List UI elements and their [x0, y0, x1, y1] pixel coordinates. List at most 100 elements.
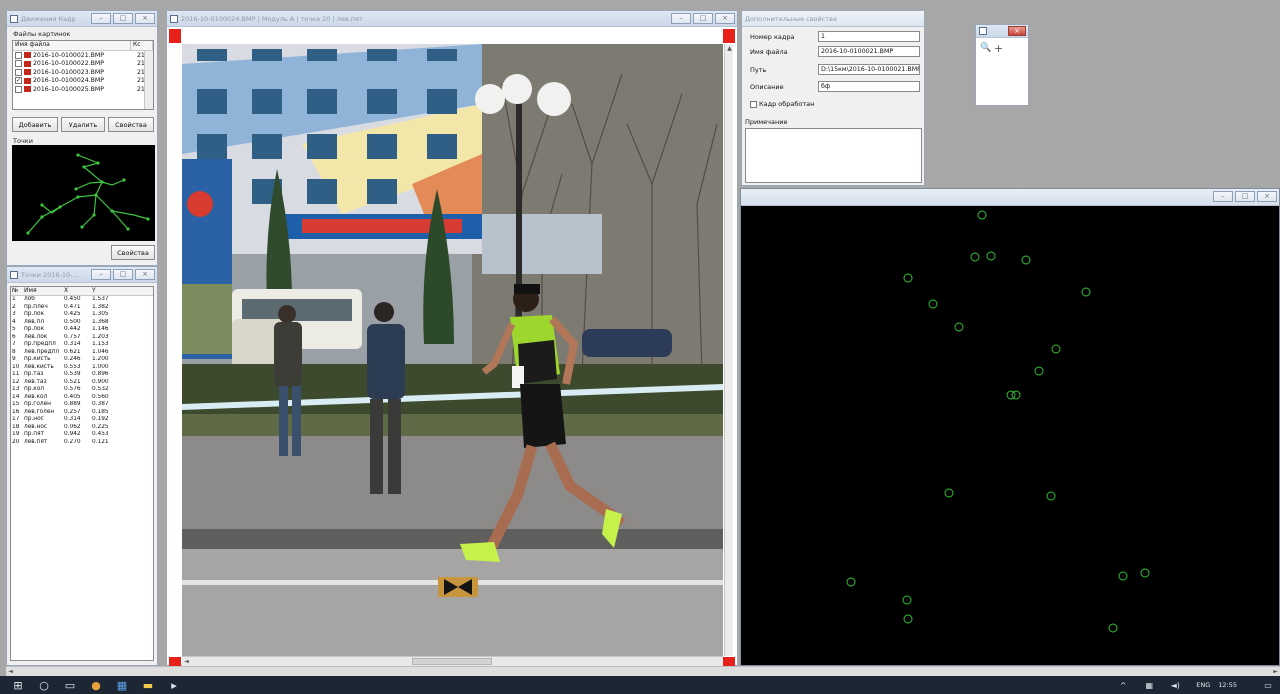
table-row[interactable]: 5 пр.лок 0.442 1.146	[11, 326, 153, 334]
file-checkbox[interactable]	[15, 51, 22, 59]
scroll-left-arrow[interactable]: ◄	[6, 667, 15, 676]
main-hscrollbar[interactable]: ◄ ►	[6, 666, 1280, 676]
file-checkbox[interactable]: ✓	[15, 77, 22, 85]
image-vscrollbar[interactable]: ▲	[724, 44, 733, 656]
windows-start-icon[interactable]: ⊞	[10, 677, 26, 693]
table-row[interactable]: 1 лоб 0.450 1.537	[11, 296, 153, 304]
file-list-scrollbar[interactable]	[144, 51, 153, 109]
language-indicator[interactable]: ENG	[1196, 681, 1210, 689]
scroll-up-arrow[interactable]: ▲	[725, 44, 734, 53]
chrome-icon[interactable]: ●	[88, 677, 104, 693]
point-x: 0.576	[64, 386, 81, 392]
minimize-button[interactable]: –	[91, 269, 111, 280]
table-row[interactable]: 2 пр.плеч 0.471 1.382	[11, 304, 153, 312]
file-list-item[interactable]: ✓ 2016-10-0100024.BMP 21	[13, 77, 153, 86]
col-num[interactable]: №	[11, 287, 23, 295]
close-button[interactable]: ×	[715, 13, 735, 24]
maximize-button[interactable]: □	[1235, 191, 1255, 202]
table-row[interactable]: 17 пр.нос 0.314 0.192	[11, 416, 153, 424]
table-row[interactable]: 19 пр.пят 0.942 0.453	[11, 431, 153, 439]
volume-icon[interactable]: ◄)	[1167, 677, 1183, 693]
table-row[interactable]: 20 лев.пят 0.270 0.121	[11, 439, 153, 447]
file-list-item[interactable]: 2016-10-0100021.BMP 21	[13, 51, 153, 60]
store-icon[interactable]: ▦	[114, 677, 130, 693]
col-x[interactable]: X	[63, 287, 91, 295]
table-row[interactable]: 18 лев.нос 0.062 0.225	[11, 424, 153, 432]
file-list-item[interactable]: 2016-10-0100022.BMP 21	[13, 60, 153, 69]
points-window-titlebar[interactable]: Точки 2016-10-... – □ ×	[7, 267, 157, 283]
corner-marker-tr[interactable]	[723, 29, 735, 43]
table-row[interactable]: 16 лев.голен 0.257 0.185	[11, 409, 153, 417]
scroll-right-arrow[interactable]: ►	[1271, 667, 1280, 676]
description-field[interactable]: бф	[818, 81, 920, 92]
col-name[interactable]: Имя	[23, 287, 63, 295]
col-y[interactable]: Y	[91, 287, 119, 295]
col-frame[interactable]: Кс	[131, 41, 153, 50]
filename-field[interactable]: 2016-10-0100021.BMP	[818, 46, 920, 57]
close-button[interactable]: ×	[135, 269, 155, 280]
point-cloud[interactable]	[741, 206, 1280, 666]
add-button[interactable]: Добавить	[12, 117, 58, 132]
close-button[interactable]: ×	[135, 13, 155, 24]
file-list[interactable]: Имя файла Кс 2016-10-0100021.BMP 21 2016-1…	[12, 40, 154, 110]
frame-number-field[interactable]: 1	[818, 31, 920, 42]
search-icon[interactable]: ○	[36, 677, 52, 693]
file-checkbox[interactable]	[15, 60, 22, 68]
frame-photo[interactable]	[182, 44, 723, 656]
task-view-icon[interactable]: ▭	[62, 677, 78, 693]
table-row[interactable]: 9 пр.кисть 0.246 1.200	[11, 356, 153, 364]
tool-window-titlebar[interactable]: ×	[976, 25, 1028, 38]
table-row[interactable]: 6 лев.лок 0.757 1.203	[11, 334, 153, 342]
table-row[interactable]: 3 пр.лок 0.425 1.305	[11, 311, 153, 319]
tray-chevron-icon[interactable]: ^	[1115, 677, 1131, 693]
app-taskbar-icon[interactable]: ▸	[166, 677, 182, 693]
table-row[interactable]: 15 пр.голен 0.889 0.387	[11, 401, 153, 409]
table-row[interactable]: 12 лев.таз 0.521 0.900	[11, 379, 153, 387]
corner-marker-br[interactable]	[723, 657, 735, 666]
processed-checkbox[interactable]	[750, 100, 757, 108]
table-row[interactable]: 13 пр.кол 0.576 0.532	[11, 386, 153, 394]
corner-marker-tl[interactable]	[169, 29, 181, 43]
file-checkbox[interactable]	[15, 85, 22, 93]
table-row[interactable]: 8 лев.предпл 0.621 1.046	[11, 349, 153, 357]
network-icon[interactable]: ▦	[1141, 677, 1157, 693]
file-list-item[interactable]: 2016-10-0100023.BMP 21	[13, 68, 153, 77]
maximize-button[interactable]: □	[693, 13, 713, 24]
table-row[interactable]: 10 лев.кисть 0.553 1.000	[11, 364, 153, 372]
image-window-titlebar[interactable]: 2016-10-0100024.BMP | Модуль А | точка 2…	[167, 11, 737, 27]
maximize-button[interactable]: □	[113, 13, 133, 24]
zoom-icon[interactable]: 🔍	[980, 43, 991, 53]
file-checkbox[interactable]	[15, 68, 22, 76]
minimize-button[interactable]: –	[1213, 191, 1233, 202]
skeleton-properties-button[interactable]: Свойства	[111, 245, 155, 260]
minimize-button[interactable]: –	[91, 13, 111, 24]
file-list-item[interactable]: 2016-10-0100025.BMP 21	[13, 85, 153, 94]
notifications-icon[interactable]: ▭	[1260, 677, 1276, 693]
minimize-button[interactable]: –	[671, 13, 691, 24]
point-name: пр.лок	[24, 326, 45, 332]
close-button[interactable]: ×	[1008, 26, 1026, 36]
properties-window-titlebar[interactable]: Дополнительные свойства	[742, 11, 924, 27]
close-button[interactable]: ×	[1257, 191, 1277, 202]
image-hscrollbar[interactable]: ◄	[182, 656, 723, 666]
explorer-icon[interactable]: ▬	[140, 677, 156, 693]
table-row[interactable]: 11 пр.таз 0.539 0.896	[11, 371, 153, 379]
files-window-titlebar[interactable]: Движения Кадр – □ ×	[7, 11, 157, 27]
delete-button[interactable]: Удалить	[61, 117, 105, 132]
properties-button[interactable]: Свойства	[108, 117, 154, 132]
processed-checkbox-row[interactable]: Кадр обработан	[748, 100, 814, 108]
table-row[interactable]: 4 лев.пл 0.500 1.368	[11, 319, 153, 327]
corner-marker-bl[interactable]	[169, 657, 181, 666]
maximize-button[interactable]: □	[113, 269, 133, 280]
crosshair-icon[interactable]: +	[994, 42, 1003, 55]
table-row[interactable]: 14 лев.кол 0.405 0.560	[11, 394, 153, 402]
scroll-left-arrow[interactable]: ◄	[182, 657, 191, 666]
points-table[interactable]: № Имя X Y 1 лоб 0.450 1.537 2 пр.плеч 0.471 1.3…	[10, 286, 154, 661]
table-row[interactable]: 7 пр.предпл 0.314 1.153	[11, 341, 153, 349]
clock[interactable]: 12:55	[1218, 681, 1237, 689]
col-filename[interactable]: Имя файла	[13, 41, 131, 50]
point-cloud-titlebar[interactable]: – □ ×	[741, 189, 1279, 206]
hscroll-thumb[interactable]	[412, 658, 492, 665]
notes-textarea[interactable]	[745, 128, 922, 183]
path-field[interactable]: D:\15км\2016-10-0100021.BMP	[818, 64, 920, 75]
